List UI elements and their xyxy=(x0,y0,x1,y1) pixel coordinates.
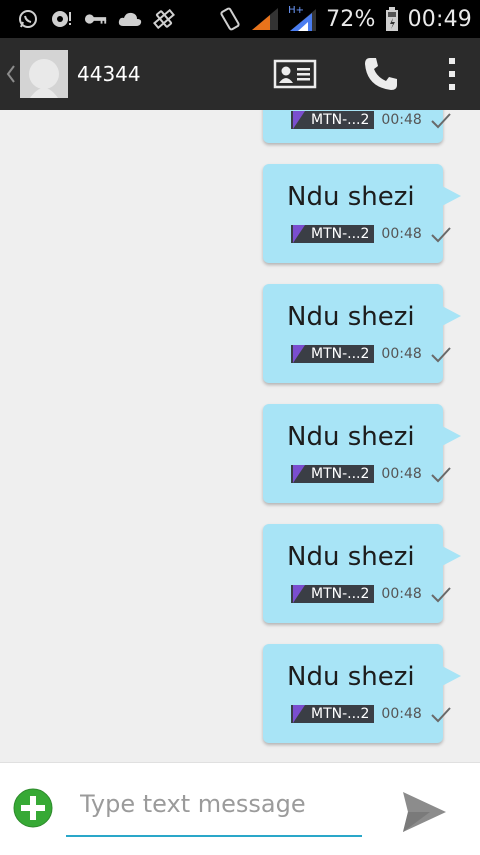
key-icon xyxy=(84,7,108,31)
sim-label: MTN-...2 xyxy=(311,586,370,602)
message-input-wrapper xyxy=(66,777,362,837)
sim-label: MTN-...2 xyxy=(311,706,370,722)
vibrate-icon xyxy=(218,7,242,31)
contact-card-icon xyxy=(273,59,317,89)
message-bubble[interactable]: Ndu shezi MTN-...2 00:48 xyxy=(263,644,461,743)
send-icon xyxy=(403,792,446,832)
message-bubble[interactable]: Ndu shezi MTN-...2 00:48 xyxy=(263,524,461,623)
bubble-tail xyxy=(442,546,461,566)
message-bubble[interactable]: Ndu shezi MTN-...2 00:48 xyxy=(263,284,461,383)
signal-hplus-icon: H+ xyxy=(288,5,318,31)
message-text: Ndu shezi xyxy=(287,662,415,692)
back-button[interactable] xyxy=(4,38,18,110)
sim-badge: MTN-...2 xyxy=(291,585,375,603)
message-text: Ndu shezi xyxy=(287,542,415,572)
bubble-tail xyxy=(442,426,461,446)
contact-card-button[interactable] xyxy=(252,38,338,110)
message-meta: MTN-...2 00:48 xyxy=(291,345,452,363)
message-text: Ndu shezi xyxy=(287,422,415,452)
cloud-icon xyxy=(118,7,142,31)
message-meta: MTN-...2 00:48 xyxy=(291,705,452,723)
status-bar: H+ 72% 00:49 xyxy=(0,0,480,38)
bubble-tail xyxy=(442,666,461,686)
notification-alert-icon xyxy=(50,7,74,31)
message-time: 00:48 xyxy=(381,346,422,362)
message-text: Ndu shezi xyxy=(287,182,415,212)
sent-check-icon xyxy=(431,467,451,483)
call-button[interactable] xyxy=(338,38,424,110)
default-avatar-icon xyxy=(20,50,68,98)
message-meta: MTN-...2 00:48 xyxy=(291,465,452,483)
phone-icon xyxy=(365,58,397,90)
sim-label: MTN-...2 xyxy=(311,466,370,482)
message-time: 00:48 xyxy=(381,226,422,242)
sim-label: MTN-...2 xyxy=(311,346,370,362)
action-bar: 44344 xyxy=(0,38,480,110)
bubble-tail xyxy=(442,186,461,206)
sent-check-icon xyxy=(431,113,451,129)
sim-label: MTN-...2 xyxy=(311,226,370,242)
sim-badge: MTN-...2 xyxy=(291,465,375,483)
sim-label: MTN-...2 xyxy=(311,112,370,128)
conversation-title[interactable]: 44344 xyxy=(77,62,141,86)
attach-button[interactable] xyxy=(12,787,54,829)
message-bubble[interactable]: MTN-...2 00:48 xyxy=(263,110,451,143)
bubble-tail xyxy=(442,306,461,326)
satellite-icon xyxy=(152,7,176,31)
sent-check-icon xyxy=(431,347,451,363)
message-time: 00:48 xyxy=(381,466,422,482)
sent-check-icon xyxy=(431,227,451,243)
battery-percent: 72% xyxy=(326,6,376,32)
sim-badge: MTN-...2 xyxy=(291,705,375,723)
send-button[interactable] xyxy=(400,789,448,835)
battery-icon xyxy=(384,7,400,31)
sent-check-icon xyxy=(431,707,451,723)
sim-badge: MTN-...2 xyxy=(291,111,375,129)
message-list[interactable]: MTN-...2 00:48 Ndu shezi MTN-...2 00:48 … xyxy=(0,110,480,762)
more-vert-icon xyxy=(449,58,455,90)
contact-avatar[interactable] xyxy=(20,50,68,98)
sim-badge: MTN-...2 xyxy=(291,345,375,363)
message-input[interactable] xyxy=(78,783,362,825)
chevron-left-icon xyxy=(6,65,15,83)
message-time: 00:48 xyxy=(381,706,422,722)
sent-check-icon xyxy=(431,587,451,603)
message-text: Ndu shezi xyxy=(287,302,415,332)
message-meta: MTN-...2 00:48 xyxy=(291,111,452,129)
network-type-label: H+ xyxy=(288,5,304,16)
sim-badge: MTN-...2 xyxy=(291,225,375,243)
message-meta: MTN-...2 00:48 xyxy=(291,225,452,243)
clock: 00:49 xyxy=(407,6,472,32)
whatsapp-icon xyxy=(16,7,40,31)
plus-circle-icon xyxy=(13,788,53,828)
message-meta: MTN-...2 00:48 xyxy=(291,585,452,603)
message-time: 00:48 xyxy=(381,586,422,602)
signal-orange-icon xyxy=(250,7,280,31)
overflow-menu-button[interactable] xyxy=(424,38,480,110)
composer-bar xyxy=(0,762,480,855)
message-time: 00:48 xyxy=(381,112,422,128)
message-bubble[interactable]: Ndu shezi MTN-...2 00:48 xyxy=(263,164,461,263)
message-bubble[interactable]: Ndu shezi MTN-...2 00:48 xyxy=(263,404,461,503)
